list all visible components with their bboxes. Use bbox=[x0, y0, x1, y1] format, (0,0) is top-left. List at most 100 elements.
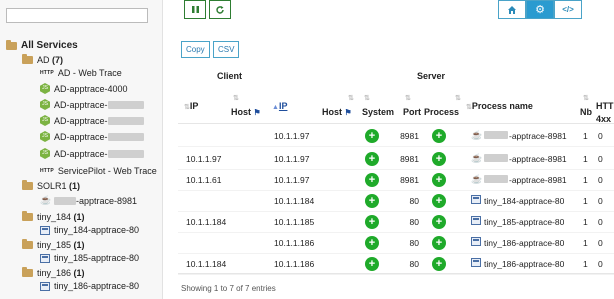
process-status-button[interactable]: + bbox=[432, 215, 446, 229]
tree-item-label: AD-apptrace-4000 bbox=[54, 83, 128, 94]
nb-cell: 1 bbox=[583, 238, 588, 248]
header-divider bbox=[178, 123, 614, 124]
process-name-cell[interactable]: -apptrace-8981 bbox=[509, 131, 567, 141]
http-icon: HTTP bbox=[40, 168, 54, 174]
col-system[interactable]: System bbox=[362, 107, 394, 117]
table-info: Showing 1 to 7 of 7 entries bbox=[181, 284, 276, 293]
tree-item-ad-apptrace[interactable]: JS AD-apptrace- bbox=[40, 115, 144, 126]
tree-item-label: AD-apptrace- bbox=[54, 131, 108, 142]
col-client-ip[interactable]: ⇅IP bbox=[184, 101, 198, 111]
system-status-button[interactable]: + bbox=[365, 194, 379, 208]
process-name-cell[interactable]: tiny_184-apptrace-80 bbox=[484, 196, 564, 206]
group-label: tiny_186 bbox=[37, 268, 72, 278]
pause-button[interactable] bbox=[184, 0, 206, 19]
tree-item-label: AD-apptrace- bbox=[54, 99, 108, 110]
tree-item-label: tiny_185-apptrace-80 bbox=[54, 253, 140, 263]
http-4xx-cell: 0 bbox=[598, 259, 603, 269]
process-status-button[interactable]: + bbox=[432, 257, 446, 271]
process-name-cell[interactable]: -apptrace-8981 bbox=[509, 175, 567, 185]
process-status-button[interactable]: + bbox=[432, 236, 446, 250]
table-row[interactable] bbox=[178, 232, 614, 233]
tree-item-label: tiny_186-apptrace-80 bbox=[54, 281, 140, 291]
http-4xx-cell: 0 bbox=[598, 217, 603, 227]
table-row[interactable] bbox=[178, 169, 614, 170]
service-icon bbox=[40, 253, 50, 263]
tree-group-ad[interactable]: AD (7) bbox=[22, 54, 63, 65]
tree-group-tiny-185[interactable]: tiny_185 (1) bbox=[22, 239, 85, 250]
tree-item-servicepilot-web-trace[interactable]: HTTP ServicePilot - Web Trace bbox=[40, 166, 157, 176]
process-name-cell[interactable]: tiny_186-apptrace-80 bbox=[484, 259, 564, 269]
process-status-button[interactable]: + bbox=[432, 152, 446, 166]
csv-button[interactable]: CSV bbox=[213, 41, 240, 58]
table-row[interactable] bbox=[178, 146, 614, 147]
table-row[interactable] bbox=[178, 211, 614, 212]
folder-icon bbox=[22, 267, 33, 277]
col-port[interactable]: Port bbox=[403, 107, 421, 117]
port-cell: 80 bbox=[409, 259, 419, 269]
table-row[interactable] bbox=[178, 274, 614, 275]
sort-icon: ⇅ bbox=[405, 95, 411, 102]
system-status-button[interactable]: + bbox=[365, 129, 379, 143]
process-status-button[interactable]: + bbox=[432, 129, 446, 143]
tree-item-ad-apptrace[interactable]: JS AD-apptrace- bbox=[40, 99, 144, 110]
settings-button[interactable]: ⚙ bbox=[526, 0, 554, 19]
gear-icon: ⚙ bbox=[535, 4, 545, 16]
process-name-cell[interactable]: tiny_186-apptrace-80 bbox=[484, 238, 564, 248]
tree-item-ad-web-trace[interactable]: HTTP AD - Web Trace bbox=[40, 68, 122, 78]
tree-item-label: ServicePilot - Web Trace bbox=[57, 166, 157, 176]
col-http[interactable]: HTTP bbox=[596, 101, 614, 111]
tree-item-tiny-186[interactable]: tiny_186-apptrace-80 bbox=[40, 281, 139, 291]
refresh-button[interactable] bbox=[209, 0, 231, 19]
col-server-host[interactable]: Host ⚑ bbox=[322, 107, 352, 117]
system-status-button[interactable]: + bbox=[365, 236, 379, 250]
tree-root-label: All Services bbox=[21, 40, 78, 51]
process-name-cell[interactable]: tiny_185-apptrace-80 bbox=[484, 217, 564, 227]
tree-group-tiny-186[interactable]: tiny_186 (1) bbox=[22, 267, 85, 278]
tree-item-label: tiny_184-apptrace-80 bbox=[54, 225, 140, 235]
port-cell: 80 bbox=[409, 196, 419, 206]
process-name-cell[interactable]: -apptrace-8981 bbox=[509, 154, 567, 164]
group-label: SOLR1 bbox=[37, 181, 67, 191]
flag-icon: ⚑ bbox=[344, 108, 352, 117]
tree-item-tiny-185[interactable]: tiny_185-apptrace-80 bbox=[40, 253, 139, 263]
folder-icon bbox=[22, 54, 33, 64]
col-server-ip[interactable]: ▲IP bbox=[272, 101, 287, 111]
system-status-button[interactable]: + bbox=[365, 257, 379, 271]
table-row[interactable] bbox=[178, 253, 614, 254]
tree-group-solr1[interactable]: SOLR1 (1) bbox=[22, 180, 80, 191]
java-icon: ☕ bbox=[40, 195, 52, 205]
col-process-name[interactable]: ⇅Process name bbox=[466, 101, 533, 111]
home-button[interactable] bbox=[498, 0, 526, 19]
nodejs-icon: JS bbox=[40, 148, 50, 159]
folder-icon bbox=[22, 180, 33, 190]
process-status-button[interactable]: + bbox=[432, 194, 446, 208]
tree-item-ad-apptrace-4000[interactable]: JS AD-apptrace-4000 bbox=[40, 83, 128, 94]
nb-cell: 1 bbox=[583, 175, 588, 185]
redacted-text bbox=[107, 149, 144, 158]
col-process[interactable]: Process bbox=[424, 107, 459, 117]
tree-item-ad-apptrace[interactable]: JS AD-apptrace- bbox=[40, 131, 144, 142]
folder-icon bbox=[22, 239, 33, 249]
tree-item-tiny-184[interactable]: tiny_184-apptrace-80 bbox=[40, 225, 139, 235]
col-nb[interactable]: Nb bbox=[580, 107, 592, 117]
system-status-button[interactable]: + bbox=[365, 215, 379, 229]
tree-group-tiny-184[interactable]: tiny_184 (1) bbox=[22, 211, 85, 222]
folder-icon bbox=[22, 211, 33, 221]
code-icon: </> bbox=[562, 5, 574, 14]
redacted-text bbox=[107, 132, 144, 141]
system-status-button[interactable]: + bbox=[365, 173, 379, 187]
tree-root-all-services[interactable]: All Services bbox=[6, 39, 78, 51]
http-4xx-cell: 0 bbox=[598, 154, 603, 164]
service-search-input[interactable] bbox=[6, 8, 148, 23]
process-status-button[interactable]: + bbox=[432, 173, 446, 187]
code-view-button[interactable]: </> bbox=[554, 0, 582, 19]
sort-icon: ⇅ bbox=[455, 95, 461, 102]
system-status-button[interactable]: + bbox=[365, 152, 379, 166]
redacted-text bbox=[107, 116, 144, 125]
col-client-host[interactable]: Host ⚑ bbox=[231, 107, 261, 117]
tree-item-solr-apptrace[interactable]: ☕ -apptrace-8981 bbox=[40, 195, 137, 206]
port-cell: 80 bbox=[409, 238, 419, 248]
tree-item-ad-apptrace[interactable]: JS AD-apptrace- bbox=[40, 148, 144, 159]
copy-button[interactable]: Copy bbox=[181, 41, 210, 58]
table-row[interactable] bbox=[178, 190, 614, 191]
